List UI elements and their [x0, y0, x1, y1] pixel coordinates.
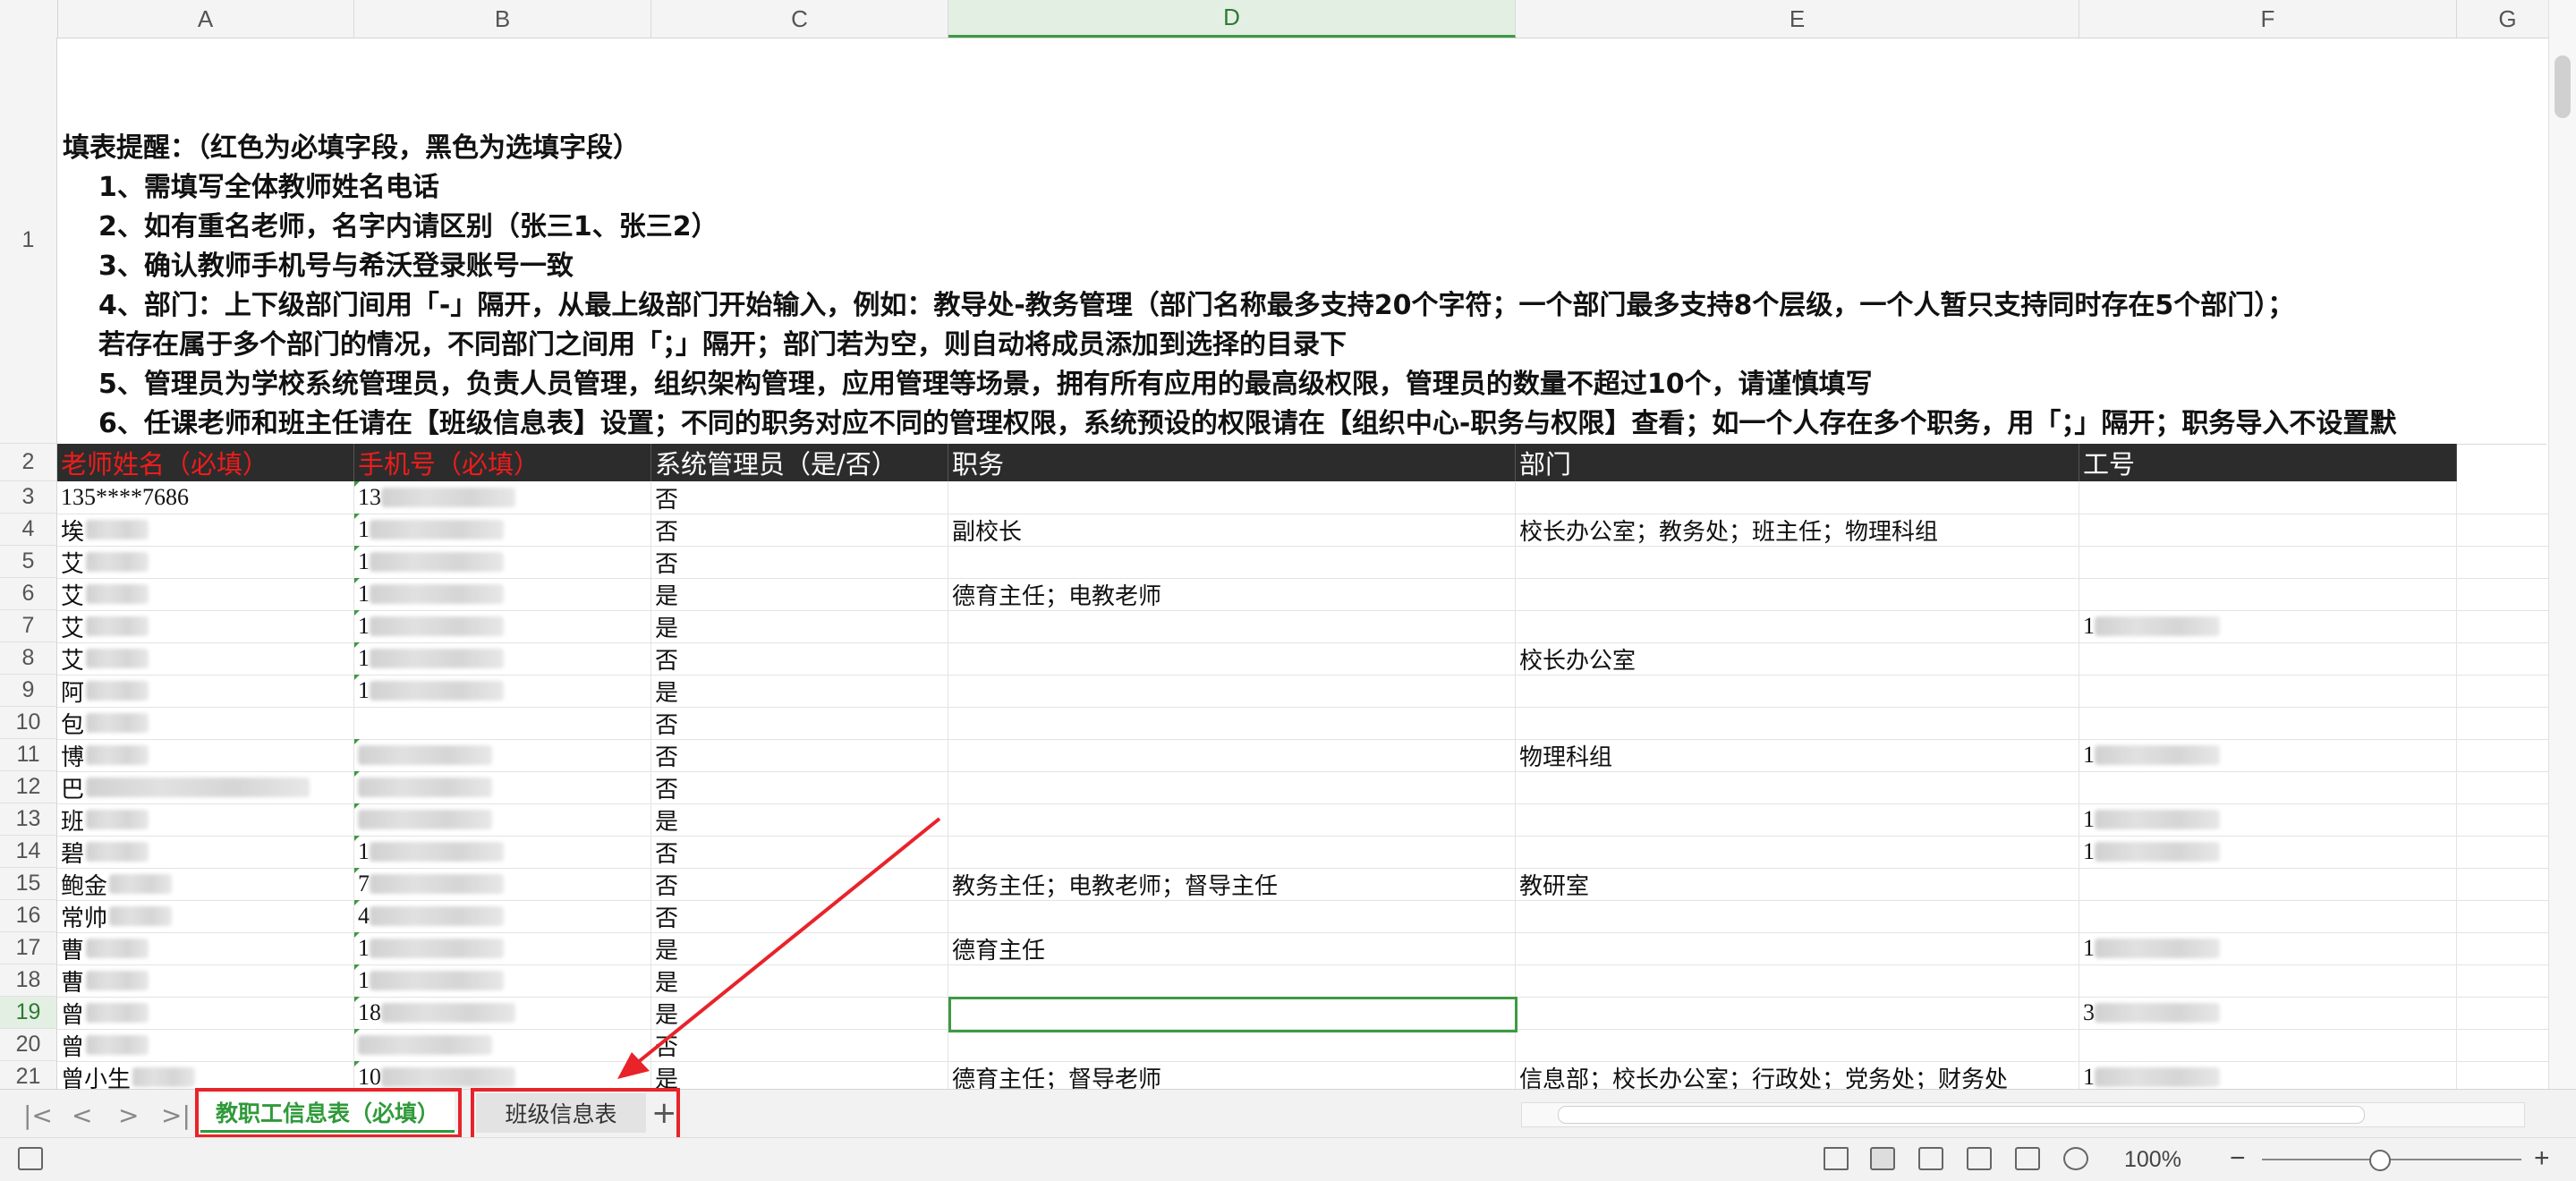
macro-icon[interactable] — [18, 1147, 43, 1170]
vertical-scroll-thumb[interactable] — [2555, 55, 2571, 118]
page-layout-icon[interactable] — [1918, 1147, 1943, 1170]
page-break-icon[interactable] — [1967, 1147, 1992, 1170]
highlight-box-staff-tab — [195, 1088, 462, 1138]
horizontal-scrollbar[interactable] — [1521, 1102, 2525, 1127]
fullscreen-icon[interactable] — [1824, 1147, 1849, 1170]
normal-view-icon[interactable] — [1870, 1147, 1895, 1170]
zoom-slider-thumb[interactable] — [2369, 1150, 2391, 1171]
last-sheet-icon[interactable]: >| — [161, 1100, 191, 1130]
status-bar: 100% − + — [0, 1137, 2576, 1181]
zoom-slider[interactable] — [2262, 1159, 2521, 1160]
eye-protection-icon[interactable] — [2063, 1147, 2088, 1170]
zoom-in-icon[interactable]: + — [2534, 1143, 2550, 1174]
next-sheet-icon[interactable]: > — [118, 1100, 139, 1130]
prev-sheet-icon[interactable]: < — [72, 1100, 92, 1130]
first-sheet-icon[interactable]: |< — [23, 1100, 53, 1130]
vertical-scrollbar[interactable] — [2548, 0, 2576, 1089]
horizontal-scroll-thumb[interactable] — [1558, 1106, 2365, 1124]
sheet-tab-bar: |< < > >| 教职工信息表（必填） 班级信息表 + — [0, 1088, 2576, 1160]
zoom-out-icon[interactable]: − — [2230, 1143, 2246, 1174]
zoom-level[interactable]: 100% — [2124, 1147, 2181, 1173]
read-mode-icon[interactable] — [2015, 1147, 2040, 1170]
annotation-arrow — [617, 817, 941, 1079]
